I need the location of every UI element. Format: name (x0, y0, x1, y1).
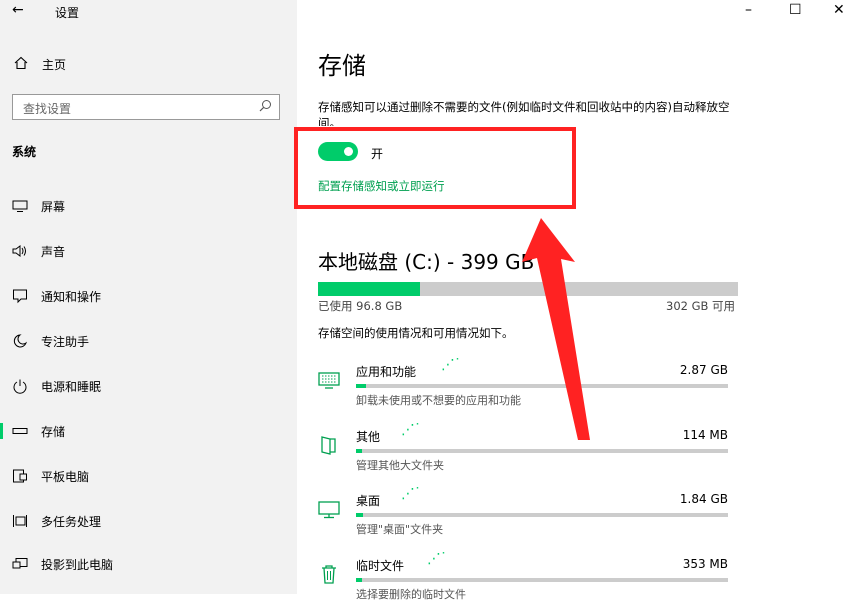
speaker-icon (11, 242, 29, 260)
highlight-box (294, 127, 576, 209)
back-button[interactable]: ← (12, 2, 24, 18)
sidebar-item-storage[interactable]: 存储 (0, 414, 297, 448)
category-name: 其他 (356, 430, 381, 444)
disk-usage-bar (318, 282, 738, 296)
storage-icon (11, 422, 29, 440)
home-icon (14, 56, 28, 73)
search-input[interactable]: 查找设置 (12, 94, 280, 120)
category-subtitle: 管理"桌面"文件夹 (356, 523, 444, 536)
sidebar-item-sound[interactable]: 声音 (0, 234, 297, 268)
usage-description: 存储空间的使用情况和可用情况如下。 (318, 326, 514, 340)
category-subtitle: 选择要删除的临时文件 (356, 588, 466, 601)
category-name: 应用和功能 (356, 365, 417, 379)
storage-sense-description: 存储感知可以通过删除不需要的文件(例如临时文件和回收站中的内容)自动释放空间。 (318, 100, 730, 126)
sidebar: ← 设置 主页 查找设置 系统 屏幕 声音 通知和操作 专注助手 电源和睡眠 存… (0, 0, 297, 594)
loading-icon: ⋰˙ (427, 551, 447, 567)
category-apps-features[interactable]: 应用和功能 ⋰˙ 2.87 GB 卸载未使用或不想要的应用和功能 (318, 357, 728, 419)
other-icon (318, 434, 340, 456)
category-other[interactable]: 其他 ⋰˙ 114 MB 管理其他大文件夹 (318, 422, 728, 484)
search-icon[interactable] (257, 98, 273, 114)
category-bar (356, 384, 728, 388)
sidebar-item-label: 投影到此电脑 (41, 557, 114, 572)
category-name: 临时文件 (356, 559, 405, 573)
available-space-label: 302 GB 可用 (666, 299, 736, 313)
category-bar (356, 513, 728, 517)
desktop-icon (318, 498, 340, 520)
notification-icon (11, 287, 29, 305)
sidebar-item-label: 平板电脑 (41, 469, 90, 484)
home-nav[interactable]: 主页 (14, 56, 66, 73)
page-title: 存储 (318, 52, 366, 80)
power-icon (11, 377, 29, 395)
category-name: 桌面 (356, 494, 381, 508)
sidebar-item-label: 存储 (41, 424, 66, 439)
category-size: 114 MB (682, 428, 728, 442)
category-size: 1.84 GB (679, 492, 728, 506)
home-label: 主页 (42, 58, 67, 72)
monitor-icon (11, 197, 29, 215)
sidebar-item-project[interactable]: 投影到此电脑 (0, 547, 297, 581)
sidebar-item-label: 电源和睡眠 (41, 379, 102, 394)
sidebar-item-notifications[interactable]: 通知和操作 (0, 279, 297, 313)
category-subtitle: 管理其他大文件夹 (356, 459, 444, 472)
tablet-icon (11, 467, 29, 485)
project-icon (11, 555, 29, 573)
category-bar (356, 578, 728, 582)
sidebar-item-focus-assist[interactable]: 专注助手 (0, 324, 297, 358)
category-bar-fill (356, 513, 364, 517)
loading-icon: ⋰˙ (401, 422, 421, 438)
loading-icon: ⋰˙ (441, 357, 461, 373)
category-size: 353 MB (682, 557, 728, 571)
category-size: 2.87 GB (679, 363, 728, 377)
category-temp-files[interactable]: 临时文件 ⋰˙ 353 MB 选择要删除的临时文件 (318, 551, 728, 613)
disk-usage-fill (318, 282, 421, 296)
trash-icon (318, 563, 340, 585)
sidebar-item-tablet[interactable]: 平板电脑 (0, 459, 297, 493)
moon-icon (11, 332, 29, 350)
category-desktop[interactable]: 桌面 ⋰˙ 1.84 GB 管理"桌面"文件夹 (318, 486, 728, 548)
sidebar-item-label: 声音 (41, 244, 66, 259)
category-bar-fill (356, 384, 367, 388)
storage-page: 存储 存储感知可以通过删除不需要的文件(例如临时文件和回收站中的内容)自动释放空… (297, 0, 855, 601)
category-bar-fill (356, 578, 362, 582)
used-space-label: 已使用 96.8 GB (318, 299, 403, 313)
sidebar-item-label: 屏幕 (41, 199, 66, 214)
section-heading-system: 系统 (12, 145, 37, 159)
search-placeholder: 查找设置 (23, 102, 72, 116)
loading-icon: ⋰˙ (401, 486, 421, 502)
category-bar (356, 449, 728, 453)
multitask-icon (11, 512, 29, 530)
disk-title: 本地磁盘 (C:) - 399 GB (318, 250, 535, 274)
sidebar-item-power-sleep[interactable]: 电源和睡眠 (0, 369, 297, 403)
sidebar-item-label: 多任务处理 (41, 514, 102, 529)
sidebar-item-label: 通知和操作 (41, 289, 102, 304)
sidebar-item-label: 专注助手 (41, 334, 90, 349)
apps-icon (318, 369, 340, 391)
window-title: 设置 (55, 6, 80, 20)
category-bar-fill (356, 449, 362, 453)
sidebar-item-multitasking[interactable]: 多任务处理 (0, 504, 297, 538)
sidebar-item-display[interactable]: 屏幕 (0, 189, 297, 223)
category-subtitle: 卸载未使用或不想要的应用和功能 (356, 394, 521, 407)
